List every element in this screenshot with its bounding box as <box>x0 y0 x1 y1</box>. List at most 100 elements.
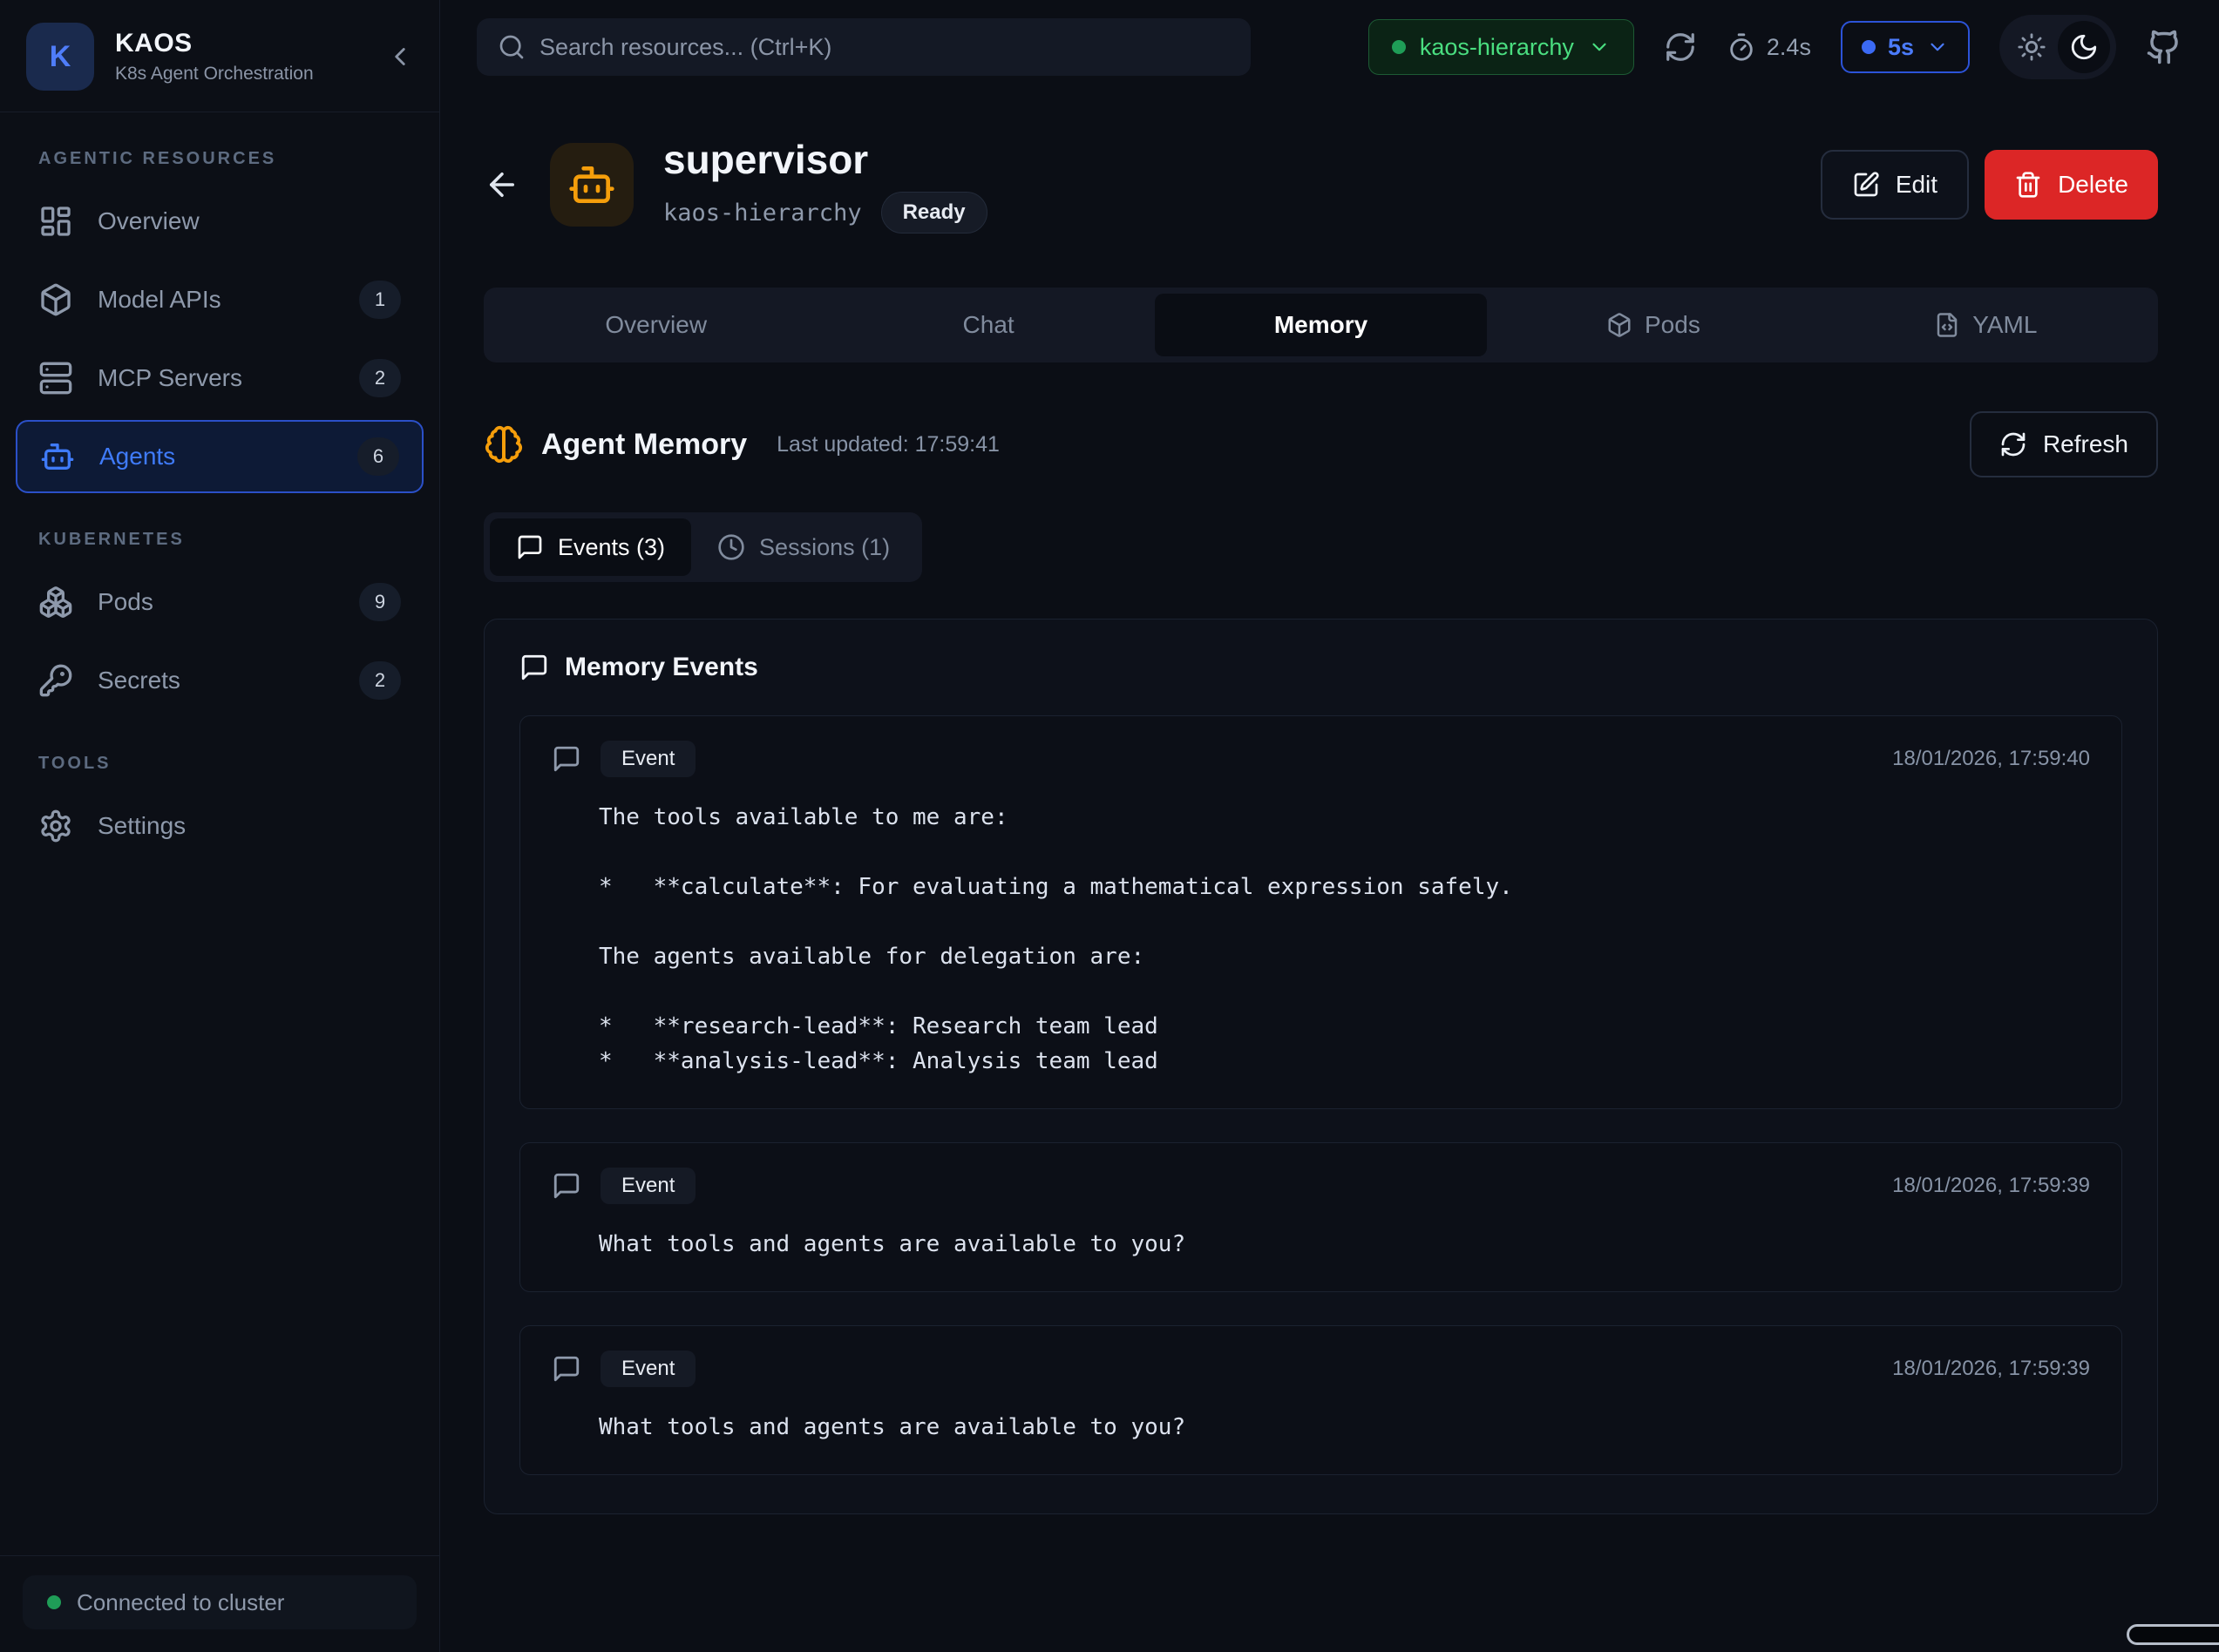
refresh-button[interactable] <box>1664 30 1697 64</box>
topbar: kaos-hierarchy 2.4s 5s <box>440 0 2219 94</box>
tab-sessions[interactable]: Sessions (1) <box>691 518 916 576</box>
server-icon <box>38 361 73 396</box>
sidebar-item-pods[interactable]: Pods 9 <box>16 565 424 639</box>
sidebar-collapse-button[interactable] <box>385 42 415 71</box>
sidebar-item-mcp-servers[interactable]: MCP Servers 2 <box>16 342 424 415</box>
bot-icon <box>567 160 616 209</box>
sun-icon <box>2017 32 2046 62</box>
message-square-icon <box>552 1171 581 1201</box>
event-header: Event 18/01/2026, 17:59:39 <box>552 1351 2090 1387</box>
message-square-icon <box>552 1354 581 1384</box>
delete-button[interactable]: Delete <box>1985 150 2158 220</box>
memory-header: Agent Memory Last updated: 17:59:41 Refr… <box>484 411 2158 477</box>
trash-icon <box>2014 171 2042 199</box>
sidebar-item-model-apis[interactable]: Model APIs 1 <box>16 263 424 336</box>
light-theme-button[interactable] <box>2005 21 2058 73</box>
refresh-icon <box>1664 30 1697 64</box>
stopwatch-icon <box>1727 32 1756 62</box>
event-body: What tools and agents are available to y… <box>599 1410 2090 1445</box>
sidebar-item-label: Settings <box>98 812 186 840</box>
event-type-badge: Event <box>601 1351 696 1387</box>
sidebar-item-label: Overview <box>98 207 200 235</box>
github-link[interactable] <box>2146 29 2182 65</box>
sidebar-item-label: MCP Servers <box>98 364 242 392</box>
tab-pods[interactable]: Pods <box>1487 294 1819 356</box>
status-dot-icon <box>47 1595 61 1609</box>
tab-events-label: Events (3) <box>558 534 665 561</box>
refresh-interval-selector[interactable]: 5s <box>1841 21 1970 73</box>
horizontal-scrollbar-thumb[interactable] <box>2127 1624 2219 1645</box>
message-square-icon <box>552 744 581 774</box>
page-subtitle-row: kaos-hierarchy Ready <box>663 192 987 234</box>
app-subtitle: K8s Agent Orchestration <box>115 64 364 85</box>
tab-yaml[interactable]: YAML <box>1820 294 2152 356</box>
namespace-selector[interactable]: kaos-hierarchy <box>1368 19 1634 75</box>
agent-tabs: Overview Chat Memory Pods YAML <box>484 288 2158 362</box>
refresh-icon <box>1999 430 2027 458</box>
namespace-label: kaos-hierarchy <box>1420 34 1574 61</box>
event-type-badge: Event <box>601 1168 696 1204</box>
sidebar-item-label: Pods <box>98 588 153 616</box>
count-badge: 6 <box>357 437 399 476</box>
topbar-right: kaos-hierarchy 2.4s 5s <box>1368 15 2182 79</box>
moon-icon <box>2069 32 2099 62</box>
search-input[interactable] <box>477 18 1251 76</box>
sidebar-item-agents[interactable]: Agents 6 <box>16 420 424 493</box>
app-logo-letter: K <box>50 40 71 74</box>
box-icon <box>1606 312 1632 338</box>
cluster-status: Connected to cluster <box>23 1575 417 1629</box>
section-label-tools: TOOLS <box>38 754 439 774</box>
sidebar-item-label: Secrets <box>98 667 180 694</box>
count-badge: 2 <box>359 661 401 700</box>
app-root: K KAOS K8s Agent Orchestration AGENTIC R… <box>0 0 2219 1652</box>
memory-events-card: Memory Events Event 18/01/2026, 17:59:40… <box>484 619 2158 1514</box>
file-code-icon <box>1934 312 1960 338</box>
page-namespace: kaos-hierarchy <box>663 200 862 227</box>
sidebar-item-settings[interactable]: Settings <box>16 789 424 863</box>
main-area: kaos-hierarchy 2.4s 5s <box>440 0 2219 1652</box>
memory-event-item: Event 18/01/2026, 17:59:39 What tools an… <box>519 1142 2122 1292</box>
tab-chat[interactable]: Chat <box>822 294 1154 356</box>
sidebar: K KAOS K8s Agent Orchestration AGENTIC R… <box>0 0 440 1652</box>
status-badge: Ready <box>881 192 987 234</box>
card-title-row: Memory Events <box>519 653 2122 682</box>
tab-overview[interactable]: Overview <box>490 294 822 356</box>
event-header: Event 18/01/2026, 17:59:40 <box>552 741 2090 777</box>
search-wrap <box>477 18 1251 76</box>
theme-toggle <box>1999 15 2116 79</box>
app-name: KAOS <box>115 29 364 58</box>
sidebar-header: K KAOS K8s Agent Orchestration <box>0 0 439 112</box>
latency-indicator: 2.4s <box>1727 32 1811 62</box>
sidebar-item-secrets[interactable]: Secrets 2 <box>16 644 424 717</box>
chevron-down-icon <box>1926 36 1949 58</box>
tab-label: YAML <box>1972 311 2037 339</box>
tab-label: Chat <box>963 311 1014 339</box>
memory-refresh-button[interactable]: Refresh <box>1970 411 2158 477</box>
box-icon <box>38 282 73 317</box>
bot-icon <box>40 439 75 474</box>
back-button[interactable] <box>484 166 520 203</box>
count-badge: 2 <box>359 359 401 397</box>
event-timestamp: 18/01/2026, 17:59:39 <box>1892 1174 2090 1198</box>
event-header: Event 18/01/2026, 17:59:39 <box>552 1168 2090 1204</box>
app-title-block: KAOS K8s Agent Orchestration <box>115 29 364 85</box>
memory-last-updated: Last updated: 17:59:41 <box>777 432 1000 457</box>
section-label-agentic-resources: AGENTIC RESOURCES <box>38 149 439 169</box>
github-icon <box>2146 29 2182 65</box>
event-type-badge: Event <box>601 741 696 777</box>
namespace-status-dot-icon <box>1392 40 1406 54</box>
edit-button[interactable]: Edit <box>1821 150 1969 220</box>
tab-label: Memory <box>1274 311 1367 339</box>
interval-dot-icon <box>1862 40 1876 54</box>
memory-event-item: Event 18/01/2026, 17:59:40 The tools ava… <box>519 715 2122 1109</box>
sidebar-item-overview[interactable]: Overview <box>16 185 424 258</box>
memory-event-item: Event 18/01/2026, 17:59:39 What tools an… <box>519 1325 2122 1475</box>
interval-value: 5s <box>1888 34 1914 61</box>
clock-icon <box>717 533 745 561</box>
tab-label: Pods <box>1645 311 1700 339</box>
tab-memory[interactable]: Memory <box>1155 294 1487 356</box>
key-icon <box>38 663 73 698</box>
tab-events[interactable]: Events (3) <box>490 518 691 576</box>
cluster-status-label: Connected to cluster <box>77 1589 284 1616</box>
dark-theme-button[interactable] <box>2058 21 2110 73</box>
